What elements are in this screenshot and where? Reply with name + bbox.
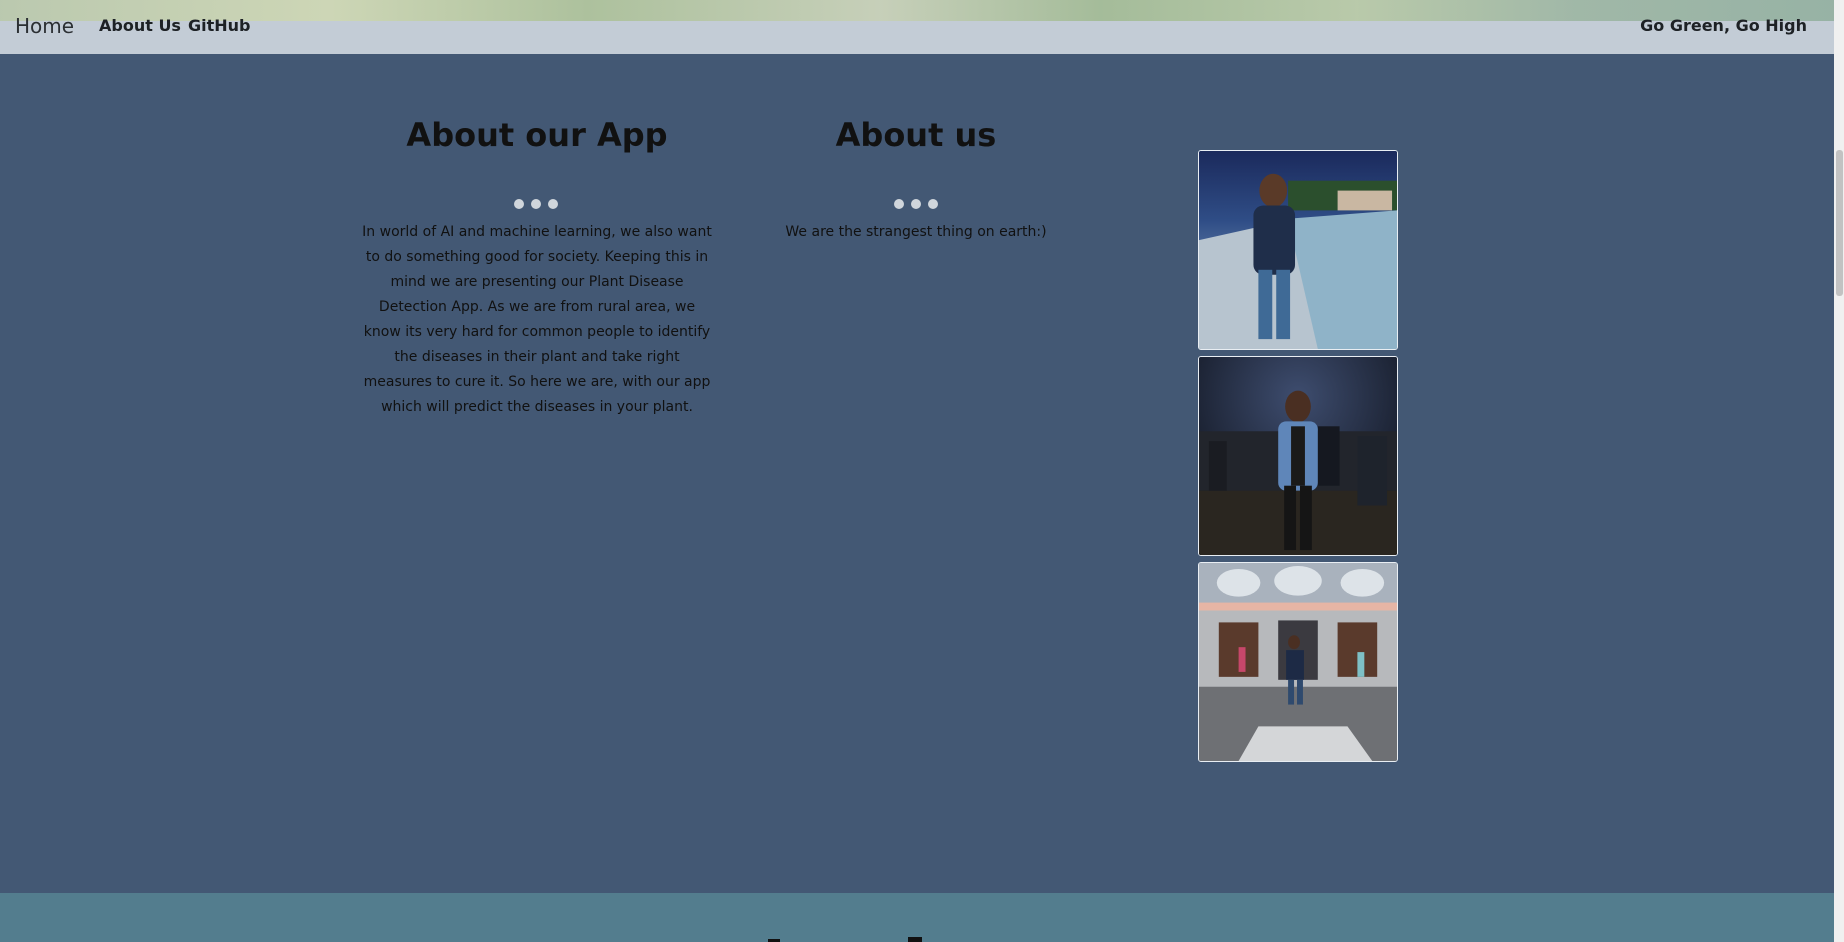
navbar-background-image [0,0,1834,21]
team-photo-1-image [1199,151,1397,349]
about-app-description: In world of AI and machine learning, we … [362,224,712,415]
about-app-divider [514,199,558,209]
page-scrollbar[interactable] [1834,0,1844,942]
divider-dot [894,199,904,209]
next-section-heading-fragment [768,937,922,942]
scrollbar-thumb[interactable] [1836,150,1843,296]
next-section [0,893,1834,942]
team-photo-3 [1198,562,1398,762]
divider-dot [928,199,938,209]
team-photo-3-image [1199,563,1397,761]
nav-home-link[interactable]: Home [15,14,74,38]
about-us-heading: About us [835,116,997,154]
divider-dot [531,199,541,209]
divider-dot [548,199,558,209]
team-photo-2-image [1199,357,1397,555]
nav-github-link[interactable]: GitHub [188,16,251,35]
divider-dot [911,199,921,209]
team-photo-1 [1198,150,1398,350]
navbar-slogan: Go Green, Go High [1640,16,1807,35]
navbar: Home About Us GitHub Go Green, Go High [0,0,1834,54]
team-photo-2 [1198,356,1398,556]
divider-dot [514,199,524,209]
about-us-divider [894,199,938,209]
about-us-description: We are the strangest thing on earth:) [785,224,1047,240]
nav-about-us-link[interactable]: About Us [99,16,181,35]
about-app-heading: About our App [406,116,668,154]
page: Home About Us GitHub Go Green, Go High A… [0,0,1844,942]
